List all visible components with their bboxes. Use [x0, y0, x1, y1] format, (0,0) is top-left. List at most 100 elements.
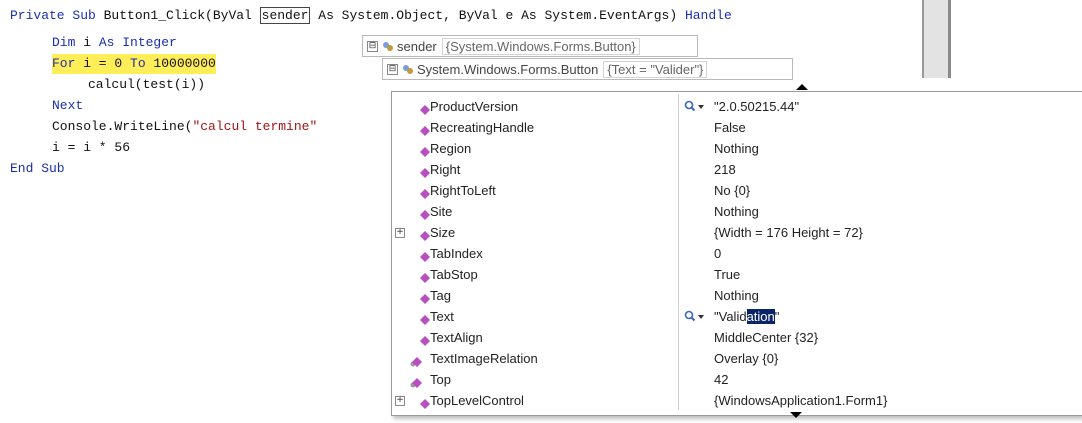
property-icon — [418, 395, 430, 409]
property-row[interactable]: + Size {Width = 176 Height = 72} — [392, 222, 1080, 243]
property-icon — [418, 332, 430, 346]
code-line-3-current-statement: For i = 0 To 10000000 — [52, 54, 216, 74]
scroll-down-arrow-icon[interactable] — [790, 412, 802, 418]
object-icon — [382, 40, 394, 52]
datatip-value: {Text = "Valider"} — [603, 60, 708, 78]
collapse-icon[interactable]: ⊟ — [367, 40, 378, 52]
property-name: TextAlign — [430, 330, 483, 345]
property-row[interactable]: Tag Nothing — [392, 285, 1080, 306]
property-icon — [418, 269, 430, 283]
code-text: i = 0 — [75, 56, 131, 71]
property-value[interactable]: True — [714, 264, 740, 285]
property-icon — [418, 164, 430, 178]
property-value[interactable]: Nothing — [714, 285, 759, 306]
datatip-name: sender — [397, 38, 437, 54]
property-name: TopLevelControl — [430, 393, 524, 408]
property-value[interactable]: No {0} — [714, 180, 750, 201]
code-text: i — [75, 35, 99, 50]
property-icon — [418, 311, 430, 325]
hovered-identifier-sender[interactable]: sender — [259, 7, 311, 24]
property-icon — [418, 206, 430, 220]
datatip-property-list[interactable]: ProductVersion "2.0.50215.44" RecreatingHa… — [391, 91, 1082, 416]
property-row[interactable]: ProductVersion "2.0.50215.44" — [392, 96, 1080, 117]
property-icon — [418, 248, 430, 262]
property-value[interactable]: {Width = 176 Height = 72} — [714, 222, 863, 243]
property-row[interactable]: TabIndex 0 — [392, 243, 1080, 264]
property-value[interactable]: Nothing — [714, 201, 759, 222]
property-icon — [418, 185, 430, 199]
datatip-button-object[interactable]: ⊟ System.Windows.Forms.Button {Text = "V… — [382, 58, 793, 80]
code-line-6: Console.WriteLine("calcul termine" — [52, 117, 317, 137]
code-line-4: calcul(test(i)) — [88, 77, 206, 92]
object-icon — [402, 63, 414, 75]
property-value[interactable]: False — [714, 117, 746, 138]
property-row[interactable]: RightToLeft No {0} — [392, 180, 1080, 201]
code-line-2: Dim i As Integer — [52, 33, 177, 53]
code-string: "calcul termine" — [192, 119, 318, 134]
value-text: "Valid — [714, 309, 747, 324]
value-text: " — [774, 309, 780, 324]
property-icon — [418, 227, 430, 241]
selected-text[interactable]: ation — [746, 309, 775, 324]
property-value[interactable]: 42 — [714, 369, 728, 390]
property-value[interactable]: 0 — [714, 243, 721, 264]
code-line-1: Private Sub Button1_Click(ByVal sender A… — [10, 6, 732, 26]
property-value[interactable]: Overlay {0} — [714, 348, 778, 369]
property-icon — [418, 101, 430, 115]
scroll-up-arrow-icon[interactable] — [796, 84, 808, 90]
property-row[interactable]: + TopLevelControl {WindowsApplication1.For… — [392, 390, 1080, 411]
property-name: RightToLeft — [430, 183, 496, 198]
code-line-5: Next — [52, 98, 84, 113]
property-row[interactable]: Region Nothing — [392, 138, 1080, 159]
code-keyword: As Integer — [98, 35, 177, 50]
property-row[interactable]: TabStop True — [392, 264, 1080, 285]
inherited-property-icon — [410, 374, 422, 388]
property-name: Site — [430, 204, 453, 219]
property-value[interactable]: "Validation" — [714, 306, 779, 327]
editor-vertical-scrollbar[interactable] — [922, 0, 951, 78]
code-keyword: Dim — [52, 35, 76, 50]
code-keyword: To — [130, 56, 146, 71]
property-row[interactable]: Site Nothing — [392, 201, 1080, 222]
property-name: Top — [430, 372, 451, 387]
property-icon — [418, 143, 430, 157]
expand-icon[interactable]: + — [395, 396, 405, 406]
property-value[interactable]: 218 — [714, 159, 736, 180]
property-name: Size — [430, 225, 456, 240]
property-row[interactable]: Right 218 — [392, 159, 1080, 180]
inherited-property-icon — [410, 353, 422, 367]
property-row[interactable]: TextImageRelation Overlay {0} — [392, 348, 1080, 369]
property-icon — [418, 290, 430, 304]
property-value[interactable]: "2.0.50215.44" — [714, 96, 799, 117]
property-name: TabIndex — [430, 246, 483, 261]
code-keyword: Handle — [684, 8, 732, 23]
property-name: RecreatingHandle — [430, 120, 535, 135]
property-value[interactable]: Nothing — [714, 138, 759, 159]
property-name: Tag — [430, 288, 451, 303]
expand-icon[interactable]: + — [395, 228, 405, 238]
property-row[interactable]: RecreatingHandle False — [392, 117, 1080, 138]
code-text: 10000000 — [145, 56, 216, 71]
property-value[interactable]: {WindowsApplication1.Form1} — [714, 390, 887, 411]
collapse-icon[interactable]: ⊟ — [387, 63, 398, 75]
code-keyword: For — [52, 56, 76, 71]
datatip-name: System.Windows.Forms.Button — [417, 61, 599, 77]
property-icon — [418, 122, 430, 136]
property-row[interactable]: Text "Validation" — [392, 306, 1080, 327]
datatip-sender[interactable]: ⊟ sender {System.Windows.Forms.Button} — [362, 35, 698, 57]
property-name: ProductVersion — [430, 99, 519, 114]
property-row[interactable]: TextAlign MiddleCenter {32} — [392, 327, 1080, 348]
magnifier-visualizer-icon[interactable] — [684, 99, 706, 113]
code-line-8: End Sub — [10, 161, 65, 176]
code-text: Button1_Click(ByVal — [95, 8, 260, 23]
property-row[interactable]: Top 42 — [392, 369, 1080, 390]
property-name: Region — [430, 141, 472, 156]
property-name: Text — [430, 309, 454, 324]
code-line-7: i = i * 56 — [52, 140, 131, 155]
code-text: Console.WriteLine( — [52, 119, 193, 134]
property-value[interactable]: MiddleCenter {32} — [714, 327, 818, 348]
property-name: TextImageRelation — [430, 351, 538, 366]
magnifier-visualizer-icon[interactable] — [684, 309, 706, 323]
property-name: TabStop — [430, 267, 478, 282]
property-name: Right — [430, 162, 461, 177]
